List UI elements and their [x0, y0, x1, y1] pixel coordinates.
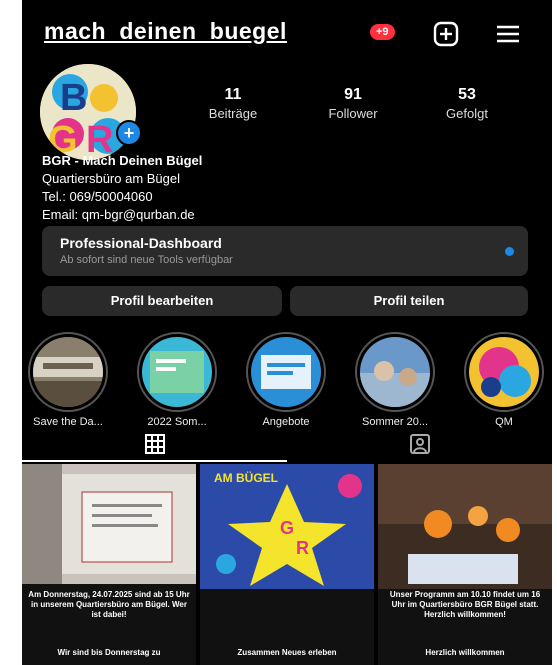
post-caption: Am Donnerstag, 24.07.2025 sind ab 15 Uhr…	[28, 590, 190, 619]
svg-text:G: G	[280, 518, 294, 538]
stat-value: 11	[224, 86, 242, 103]
dashboard-title: Professional-Dashboard	[60, 235, 222, 251]
highlight-thumbnail	[251, 337, 321, 407]
stat-value: 53	[458, 86, 476, 103]
new-indicator-dot	[505, 247, 514, 256]
bio-email[interactable]: Email: qm-bgr@qurban.de	[42, 206, 202, 224]
bio: BGR - Mach Deinen Bügel Quartiersbüro am…	[42, 152, 202, 224]
profile-tabs	[22, 428, 552, 462]
username[interactable]: mach_deinen_buegel	[44, 18, 287, 45]
highlight-item[interactable]: Sommer 20...	[347, 332, 443, 428]
tagged-icon	[410, 434, 430, 454]
post-image-text: AM BÜGEL	[214, 470, 278, 485]
profile-screen: mach_deinen_buegel +9 B G R + 11 Beiträg…	[22, 0, 552, 665]
stat-label: Beiträge	[208, 106, 258, 121]
highlight-thumbnail	[360, 337, 430, 407]
tab-tagged[interactable]	[287, 428, 552, 460]
bio-line: Quartiersbüro am Bügel	[42, 171, 181, 186]
share-profile-button[interactable]: Profil teilen	[290, 286, 528, 316]
notification-badge[interactable]: +9	[370, 24, 395, 40]
post-caption: Unser Programm am 10.10 findet um 16 Uhr…	[389, 590, 541, 619]
highlight-item[interactable]: 2022 Som...	[129, 332, 225, 428]
highlight-thumbnail	[142, 337, 212, 407]
highlight-thumbnail	[33, 337, 103, 407]
post-caption: Herzlich willkommen	[425, 648, 505, 657]
bio-phone[interactable]: Tel.: 069/50004060	[42, 188, 202, 206]
highlight-item[interactable]: QM	[456, 332, 552, 428]
highlight-item[interactable]: Angebote	[238, 332, 334, 428]
highlight-label: QM	[495, 416, 513, 428]
highlight-item[interactable]: Save the Da...	[22, 332, 116, 428]
profile-header: mach_deinen_buegel +9	[44, 18, 540, 52]
post-caption: Zusammen Neues erleben	[237, 648, 337, 657]
highlight-label: Angebote	[262, 416, 310, 428]
post-thumbnail[interactable]: AM BÜGEL G R Zusammen Neues erleben	[200, 464, 374, 665]
add-story-icon[interactable]: +	[116, 120, 142, 146]
stat-posts[interactable]: 11 Beiträge	[188, 86, 278, 121]
post-image: AM BÜGEL G R	[200, 464, 374, 589]
post-caption: Wir sind bis Donnerstag zu	[57, 648, 161, 657]
posts-grid: Am Donnerstag, 24.07.2025 sind ab 15 Uhr…	[22, 464, 552, 665]
tab-posts-grid[interactable]	[22, 428, 287, 462]
highlight-label: Save the Da...	[33, 416, 103, 428]
professional-dashboard[interactable]: Professional-Dashboard Ab sofort sind ne…	[42, 226, 528, 276]
avatar-logo: B G R	[40, 64, 136, 160]
post-image	[378, 464, 552, 589]
avatar[interactable]: B G R	[40, 64, 136, 160]
stat-following[interactable]: 53 Gefolgt	[422, 86, 512, 121]
stat-value: 91	[344, 86, 362, 103]
post-thumbnail[interactable]: Unser Programm am 10.10 findet um 16 Uhr…	[378, 464, 552, 665]
highlight-label: 2022 Som...	[147, 416, 207, 428]
stat-label: Gefolgt	[446, 106, 488, 121]
svg-text:R: R	[296, 538, 309, 558]
dashboard-subtitle: Ab sofort sind neue Tools verfügbar	[60, 254, 233, 266]
edit-profile-button[interactable]: Profil bearbeiten	[42, 286, 282, 316]
menu-icon[interactable]	[494, 20, 522, 48]
post-thumbnail[interactable]: Am Donnerstag, 24.07.2025 sind ab 15 Uhr…	[22, 464, 196, 665]
highlight-label: Sommer 20...	[361, 416, 429, 428]
highlight-thumbnail	[469, 337, 539, 407]
stat-label: Follower	[328, 106, 378, 121]
grid-icon	[145, 434, 165, 454]
svg-text:B: B	[60, 77, 87, 119]
bio-name: BGR - Mach Deinen Bügel	[42, 153, 203, 168]
post-image	[22, 464, 196, 584]
stat-followers[interactable]: 91 Follower	[308, 86, 398, 121]
plus-square-icon[interactable]	[432, 20, 460, 48]
